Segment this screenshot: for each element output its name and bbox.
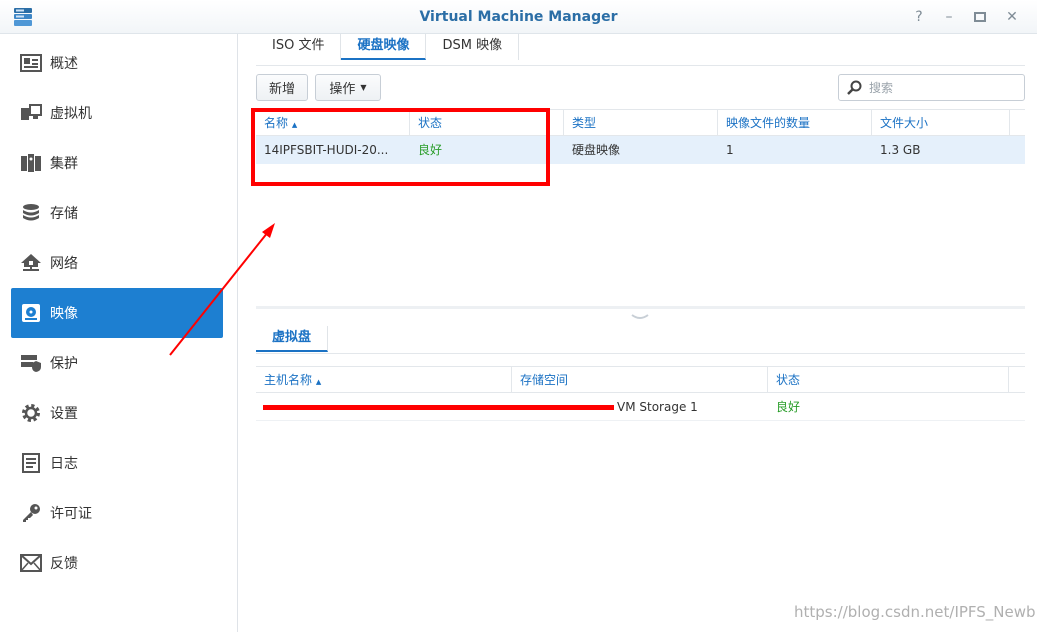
annotation-arrow — [169, 223, 275, 356]
watermark: https://blog.csdn.net/IPFS_Newb — [794, 603, 1036, 621]
